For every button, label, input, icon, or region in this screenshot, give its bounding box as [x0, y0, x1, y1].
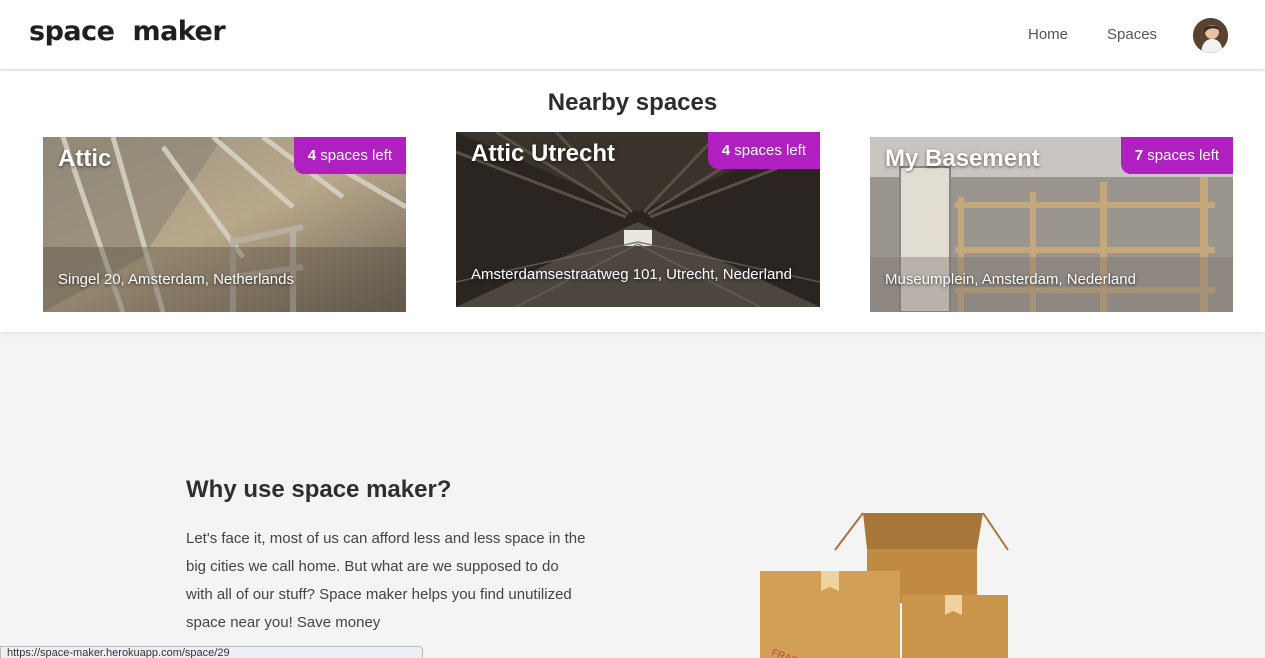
- spaces-left-badge: 4 spaces left: [293, 137, 406, 174]
- top-navbar: space maker Home Spaces: [0, 0, 1265, 70]
- spaces-left-count: 4: [307, 147, 317, 164]
- spaces-left-label: spaces left: [1143, 147, 1219, 164]
- why-section-body: Let's face it, most of us can afford les…: [186, 530, 586, 631]
- nav-home-link[interactable]: Home: [1028, 26, 1068, 43]
- logo-word-maker: maker: [132, 16, 226, 47]
- logo[interactable]: space maker: [29, 16, 226, 47]
- space-card-attic-utrecht[interactable]: Attic Utrecht 4 spaces left Amsterdamses…: [456, 132, 820, 307]
- spaces-left-label: spaces left: [316, 147, 392, 164]
- spaces-left-badge: 7 spaces left: [1120, 137, 1233, 174]
- card-title: Attic: [58, 145, 112, 172]
- card-address: Museumplein, Amsterdam, Nederland: [885, 271, 1136, 288]
- nearby-spaces-title: Nearby spaces: [547, 89, 718, 116]
- card-address: Amsterdamsestraatweg 101, Utrecht, Neder…: [471, 266, 792, 283]
- status-bar-url: https://space-maker.herokuapp.com/space/…: [0, 646, 423, 658]
- spaces-left-count: 7: [1134, 147, 1144, 164]
- spaces-left-badge: 4 spaces left: [707, 132, 820, 169]
- space-card-attic[interactable]: Attic 4 spaces left Singel 20, Amsterdam…: [43, 137, 406, 312]
- spaces-left-label: spaces left: [730, 142, 806, 159]
- avatar-photo-icon: [1193, 18, 1228, 53]
- space-card-my-basement[interactable]: My Basement 7 spaces left Museumplein, A…: [870, 137, 1233, 312]
- card-address: Singel 20, Amsterdam, Netherlands: [58, 271, 294, 288]
- cardboard-boxes-icon: FRAG: [760, 512, 1009, 658]
- logo-word-space: space: [29, 16, 115, 47]
- card-title: Attic Utrecht: [471, 140, 616, 167]
- why-section-title: Why use space maker?: [186, 476, 452, 503]
- card-title: My Basement: [885, 145, 1040, 172]
- nav-spaces-link[interactable]: Spaces: [1107, 26, 1157, 43]
- user-avatar[interactable]: [1193, 18, 1228, 53]
- spaces-left-count: 4: [721, 142, 731, 159]
